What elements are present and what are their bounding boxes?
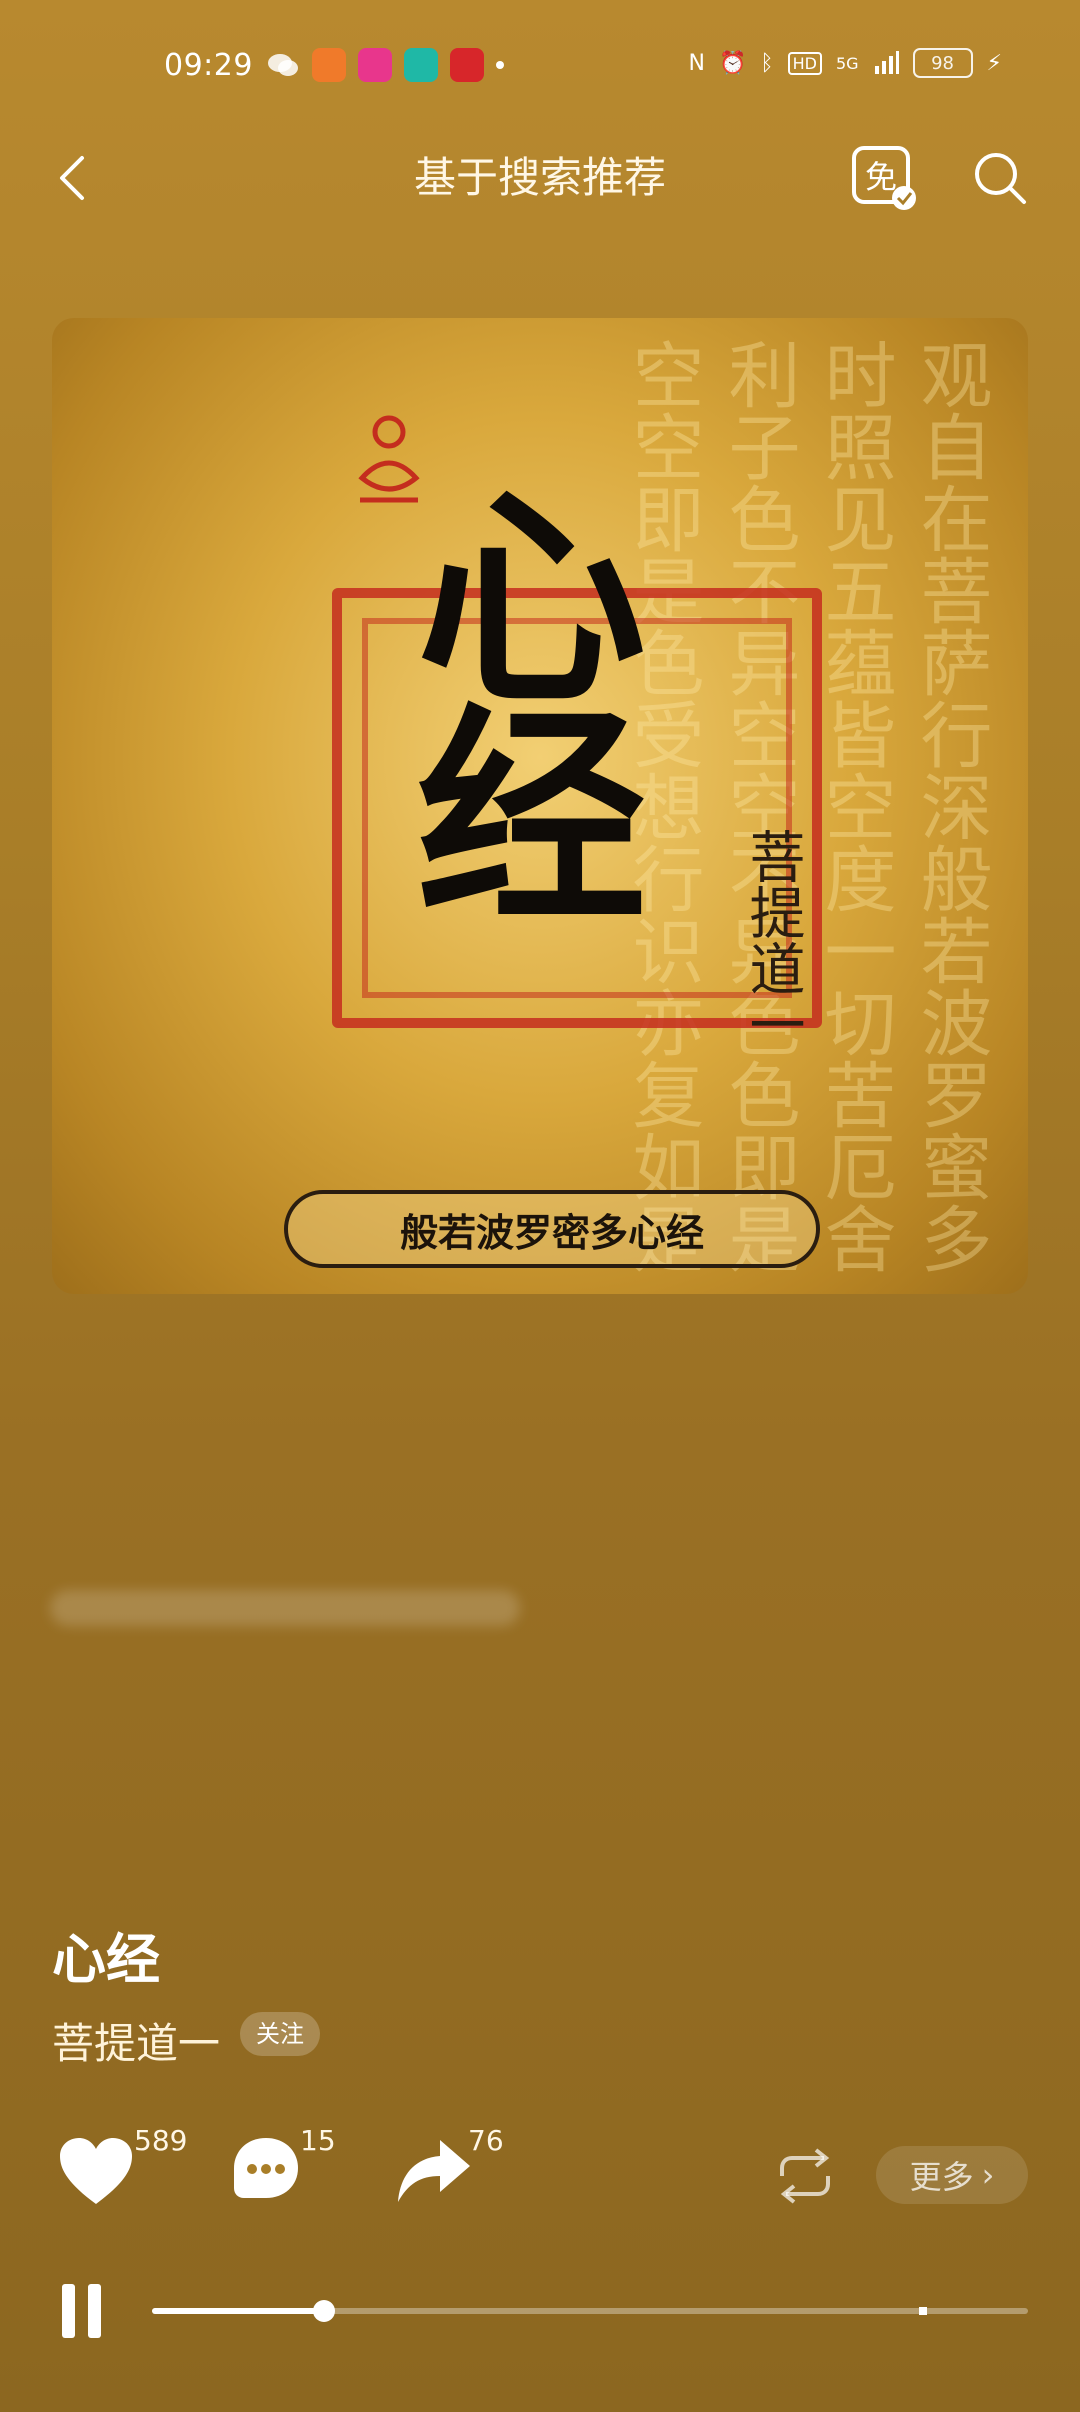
share-count: 76 — [468, 2124, 504, 2157]
signal-icon — [874, 51, 899, 74]
svg-text:免: 免 — [865, 158, 897, 196]
like-count: 589 — [134, 2124, 188, 2157]
status-bar: 09:29 N ⏰ ᛒ HD 5G 98 ⚡ — [0, 0, 1080, 140]
page-title: 基于搜索推荐 — [413, 153, 666, 202]
blurred-lyric — [50, 1590, 520, 1626]
follow-button[interactable]: 关注 — [240, 2012, 320, 2056]
pause-bar-right — [88, 2284, 101, 2338]
pause-button[interactable] — [60, 2284, 104, 2338]
charging-icon: ⚡ — [986, 50, 1002, 76]
top-bar: 基于搜索推荐 免 — [0, 130, 1080, 240]
app-icon-2 — [358, 48, 392, 82]
app-icon-1 — [312, 48, 346, 82]
notification-icons — [266, 48, 504, 82]
search-icon[interactable] — [970, 148, 1030, 208]
song-title: 心经 — [52, 1928, 160, 1991]
more-label: 更多 — [909, 2158, 974, 2196]
app-icon-boss — [404, 48, 438, 82]
progress-fill — [152, 2308, 324, 2314]
bluetooth-icon: ᛒ — [760, 50, 774, 76]
player-controls — [0, 2270, 1080, 2370]
alarm-icon: ⏰ — [719, 50, 747, 76]
system-icons: N ⏰ ᛒ HD 5G 98 ⚡ — [689, 48, 1002, 78]
battery-indicator: 98 — [912, 48, 973, 78]
comment-icon[interactable] — [226, 2134, 306, 2208]
cover-title: 心经 — [377, 478, 647, 914]
chevron-right-icon: › — [981, 2156, 995, 2194]
comment-count: 15 — [300, 2124, 336, 2157]
repeat-icon[interactable] — [770, 2146, 840, 2206]
cover-author: 菩提道一 — [740, 828, 805, 1052]
more-notifications-dot — [496, 61, 504, 69]
battery-level: 98 — [931, 52, 954, 74]
album-cover[interactable]: 观自在菩萨行深般若波罗蜜多时照见五蕴皆空度一切苦厄舍利子色不异空空不异色色即是空… — [52, 318, 1028, 1294]
artist-name[interactable]: 菩提道一 — [52, 2010, 220, 2071]
action-bar: 589 15 76 更多 › — [0, 2110, 1080, 2240]
nfc-icon: N — [688, 50, 705, 76]
cover-banner: 般若波罗密多心经 — [284, 1190, 820, 1268]
pause-bar-left — [62, 2284, 75, 2338]
app-icon-3 — [450, 48, 484, 82]
status-time: 09:29 — [164, 48, 253, 83]
more-button[interactable]: 更多 › — [876, 2146, 1028, 2204]
hd-icon: HD — [787, 51, 822, 75]
heart-icon[interactable] — [56, 2134, 136, 2208]
buffer-marker — [918, 2307, 927, 2315]
progress-bar[interactable] — [152, 2300, 1028, 2322]
progress-knob[interactable] — [312, 2300, 335, 2322]
wechat-icon — [268, 54, 298, 76]
share-icon[interactable] — [394, 2134, 474, 2208]
free-listen-icon[interactable]: 免 — [850, 144, 918, 212]
network-label: 5G — [835, 53, 859, 73]
